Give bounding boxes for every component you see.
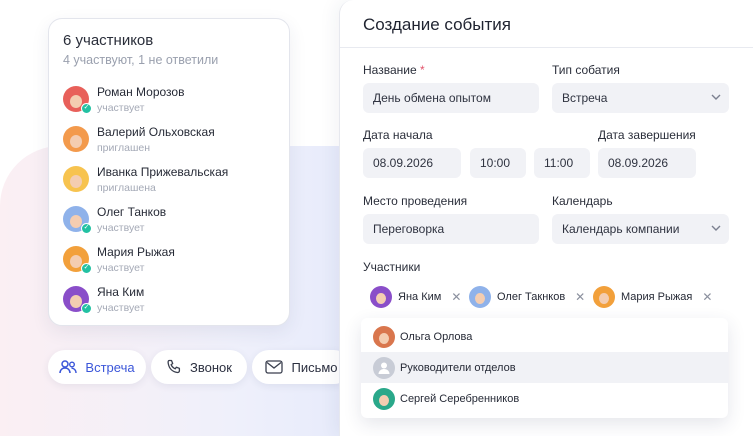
avatar [63, 166, 89, 192]
place-label: Место проведения [363, 194, 468, 208]
participant-name: Олег Танков [97, 204, 167, 219]
participants-list: ✓ Роман Морозов участвует Валерий Ольховс… [63, 79, 275, 319]
panel-title: Создание события [340, 0, 753, 48]
phone-icon [167, 359, 181, 374]
participant-status: участвует [97, 261, 145, 274]
participants-label: Участники [363, 260, 421, 274]
end-label: Дата завершения [598, 128, 696, 142]
accepted-check-icon: ✓ [81, 263, 92, 274]
people-icon [59, 360, 78, 374]
suggestion-item[interactable]: Руководители отделов [361, 352, 728, 383]
calendar-select[interactable]: Календарь компании [552, 214, 729, 244]
participant-name: Иванка Прижевальская [97, 164, 229, 179]
channel-label: Встреча [85, 359, 135, 375]
calendar-label: Календарь [552, 194, 613, 208]
event-name-input[interactable]: День обмена опытом [363, 83, 539, 113]
suggestion-label: Сергей Серебренников [400, 392, 520, 405]
participant-row[interactable]: ✓ Мария Рыжая участвует [63, 239, 275, 279]
mail-icon [265, 360, 284, 374]
accepted-check-icon: ✓ [81, 103, 92, 114]
suggestion-item[interactable]: Ольга Орлова [361, 321, 728, 352]
avatar [469, 286, 491, 308]
close-icon[interactable]: ✕ [575, 290, 585, 304]
type-label: Тип собатия [552, 63, 620, 77]
participant-status: участвует [97, 301, 145, 314]
participant-row[interactable]: ✓ Яна Ким участвует [63, 279, 275, 319]
chip-label: Мария Рыжая [621, 291, 693, 303]
avatar [373, 387, 395, 410]
suggestion-label: Ольга Орлова [400, 330, 473, 343]
participant-status: приглашена [97, 181, 156, 194]
participant-name: Мария Рыжая [97, 244, 175, 259]
participant-chip[interactable]: Яна Ким ✕ [370, 285, 461, 309]
group-avatar-icon [373, 356, 395, 379]
participants-suggestions: Ольга Орлова Руководители отделов Сергей… [361, 318, 728, 418]
participant-status: участвует [97, 101, 145, 114]
participants-input[interactable]: Яна Ким ✕ Олег Такнков ✕ Мария Рыжая ✕ [362, 281, 728, 315]
chip-label: Яна Ким [398, 291, 442, 303]
channel-label: Звонок [190, 359, 232, 375]
avatar: ✓ [63, 86, 92, 114]
participant-status: приглашен [97, 141, 151, 154]
avatar [63, 126, 89, 152]
channel-call-button[interactable]: Звонок [151, 350, 247, 384]
channel-label: Письмо [291, 359, 338, 375]
chip-label: Олег Такнков [497, 291, 566, 303]
required-mark: * [419, 63, 425, 77]
close-icon[interactable]: ✕ [702, 290, 712, 304]
avatar: ✓ [63, 286, 92, 314]
accepted-check-icon: ✓ [81, 223, 92, 234]
name-label: Название * [363, 63, 425, 77]
suggestion-label: Руководители отделов [400, 361, 516, 374]
participant-name: Роман Морозов [97, 84, 185, 99]
chevron-down-icon [711, 94, 721, 100]
participant-row[interactable]: ✓ Роман Морозов участвует [63, 79, 275, 119]
participant-chip[interactable]: Мария Рыжая ✕ [593, 285, 712, 309]
participant-name: Яна Ким [97, 284, 145, 299]
end-date-input[interactable]: 08.09.2026 [598, 148, 696, 178]
event-type-value: Встреча [562, 91, 608, 105]
end-time-input[interactable]: 11:00 [534, 148, 590, 178]
event-type-select[interactable]: Встреча [552, 83, 729, 113]
participant-row[interactable]: ✓ Олег Танков участвует [63, 199, 275, 239]
chevron-down-icon [711, 225, 721, 231]
participant-row[interactable]: Иванка Прижевальская приглашена [63, 159, 275, 199]
start-date-input[interactable]: 08.09.2026 [363, 148, 461, 178]
suggestion-item[interactable]: Сергей Серебренников [361, 383, 728, 414]
avatar [373, 325, 395, 348]
avatar [370, 286, 392, 308]
participant-name: Валерий Ольховская [97, 124, 215, 139]
participant-chip[interactable]: Олег Такнков ✕ [469, 285, 585, 309]
avatar: ✓ [63, 246, 92, 274]
place-input[interactable]: Переговорка [363, 214, 539, 244]
avatar [593, 286, 615, 308]
participants-count-title: 6 участников [63, 32, 154, 49]
start-time-input[interactable]: 10:00 [470, 148, 526, 178]
accepted-check-icon: ✓ [81, 303, 92, 314]
channel-mail-button[interactable]: Письмо [252, 350, 351, 384]
avatar: ✓ [63, 206, 92, 234]
channel-meeting-button[interactable]: Встреча [48, 350, 146, 384]
calendar-value: Календарь компании [562, 222, 680, 236]
close-icon[interactable]: ✕ [451, 290, 461, 304]
participants-summary: 4 участвуют, 1 не ответили [63, 53, 219, 67]
participant-row[interactable]: Валерий Ольховская приглашен [63, 119, 275, 159]
participant-status: участвует [97, 221, 145, 234]
start-label: Дата начала [363, 128, 433, 142]
participants-card: 6 участников 4 участвуют, 1 не ответили … [48, 18, 290, 326]
